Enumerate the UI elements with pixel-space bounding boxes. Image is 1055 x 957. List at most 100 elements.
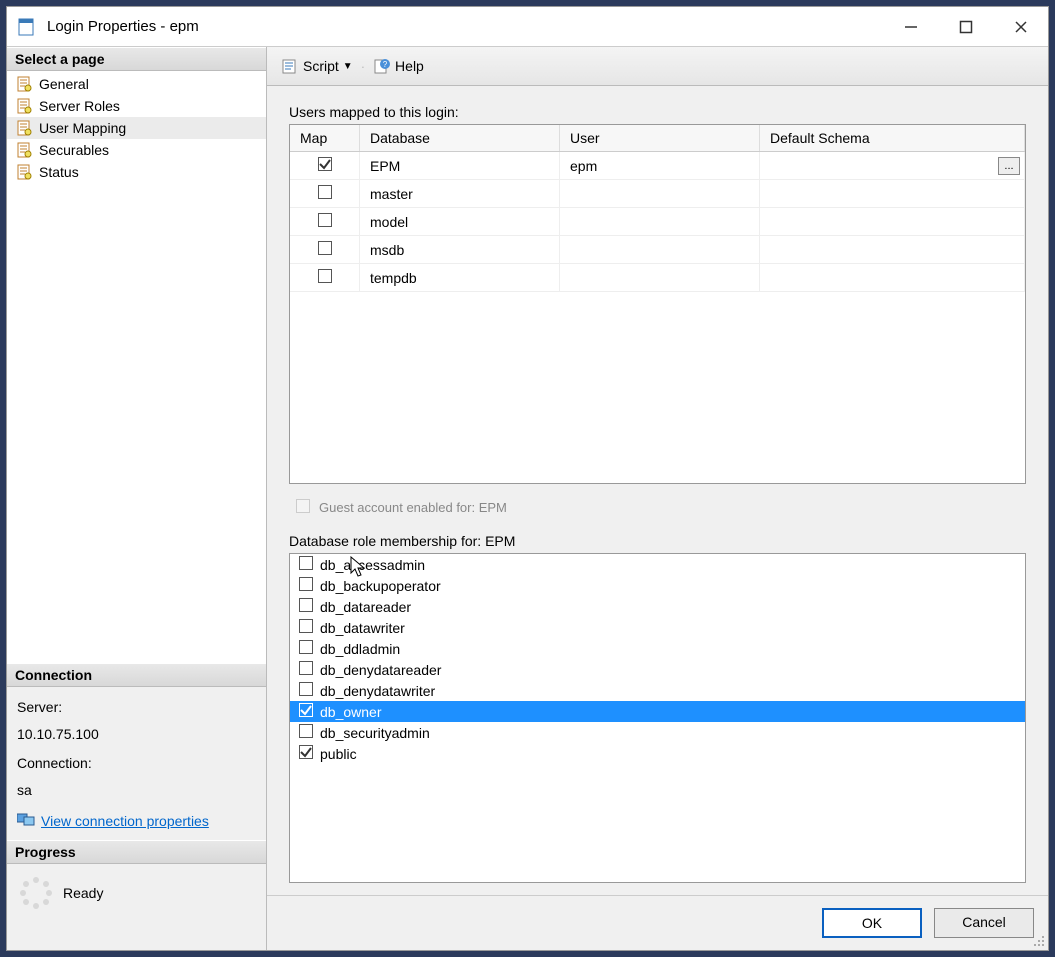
cell-user: [560, 264, 760, 291]
cell-database: master: [360, 180, 560, 207]
script-label: Script: [303, 58, 339, 74]
select-page-header: Select a page: [7, 47, 266, 71]
map-checkbox[interactable]: [317, 184, 333, 203]
page-item-label: User Mapping: [39, 120, 126, 136]
mapping-row[interactable]: EPMepm...: [290, 152, 1025, 180]
role-checkbox[interactable]: [298, 660, 314, 679]
cell-database: model: [360, 208, 560, 235]
page-item-user-mapping[interactable]: User Mapping: [7, 117, 266, 139]
page-list: General Server Roles User Mapping Securable…: [7, 71, 266, 663]
role-item-db_accessadmin[interactable]: db_accessadmin: [290, 554, 1025, 575]
role-name: db_datareader: [320, 599, 411, 615]
cell-default-schema: ...: [760, 152, 1025, 179]
cancel-button[interactable]: Cancel: [934, 908, 1034, 938]
map-checkbox[interactable]: [317, 212, 333, 231]
page-item-securables[interactable]: Securables: [7, 139, 266, 161]
role-name: db_securityadmin: [320, 725, 430, 741]
help-button[interactable]: ? Help: [369, 55, 428, 77]
role-name: db_denydatareader: [320, 662, 441, 678]
map-checkbox[interactable]: [317, 156, 333, 175]
connection-value: sa: [17, 780, 256, 801]
role-item-public[interactable]: public: [290, 743, 1025, 764]
resize-grip[interactable]: [1034, 936, 1046, 948]
page-item-status[interactable]: Status: [7, 161, 266, 183]
progress-status: Ready: [63, 885, 103, 901]
cell-default-schema: [760, 180, 1025, 207]
page-item-general[interactable]: General: [7, 73, 266, 95]
window-title: Login Properties - epm: [47, 18, 883, 35]
page-icon: [15, 97, 33, 115]
help-label: Help: [395, 58, 424, 74]
view-connection-properties-link[interactable]: View connection properties: [41, 811, 209, 832]
connection-label: Connection:: [17, 753, 256, 774]
page-item-label: Server Roles: [39, 98, 120, 114]
cell-database: tempdb: [360, 264, 560, 291]
cell-user: [560, 236, 760, 263]
role-checkbox[interactable]: [298, 744, 314, 763]
col-header-database[interactable]: Database: [360, 125, 560, 151]
col-header-user[interactable]: User: [560, 125, 760, 151]
cell-default-schema: [760, 208, 1025, 235]
page-icon: [15, 141, 33, 159]
role-name: public: [320, 746, 357, 762]
map-checkbox[interactable]: [317, 268, 333, 287]
role-item-db_securityadmin[interactable]: db_securityadmin: [290, 722, 1025, 743]
role-checkbox[interactable]: [298, 681, 314, 700]
page-icon: [15, 119, 33, 137]
role-checkbox[interactable]: [298, 576, 314, 595]
connection-icon: [17, 811, 35, 832]
page-item-label: Securables: [39, 142, 109, 158]
roles-label: Database role membership for: EPM: [289, 533, 1026, 549]
minimize-button[interactable]: [883, 7, 938, 46]
chevron-down-icon: ▼: [343, 61, 353, 72]
app-icon: [17, 17, 37, 37]
cell-database: msdb: [360, 236, 560, 263]
maximize-button[interactable]: [938, 7, 993, 46]
role-item-db_datawriter[interactable]: db_datawriter: [290, 617, 1025, 638]
role-item-db_denydatawriter[interactable]: db_denydatawriter: [290, 680, 1025, 701]
col-header-default-schema[interactable]: Default Schema: [760, 125, 1025, 151]
mapping-row[interactable]: master: [290, 180, 1025, 208]
cell-user: [560, 208, 760, 235]
page-icon: [15, 75, 33, 93]
role-checkbox[interactable]: [298, 639, 314, 658]
progress-spinner-icon: [19, 876, 53, 910]
server-value: 10.10.75.100: [17, 724, 256, 745]
cell-user: epm: [560, 152, 760, 179]
page-item-label: Status: [39, 164, 79, 180]
mapping-row[interactable]: model: [290, 208, 1025, 236]
server-label: Server:: [17, 697, 256, 718]
guest-label: Guest account enabled for: EPM: [319, 500, 507, 515]
cell-default-schema: [760, 236, 1025, 263]
guest-checkbox: [295, 498, 311, 517]
cell-database: EPM: [360, 152, 560, 179]
schema-browse-button[interactable]: ...: [998, 157, 1020, 175]
role-name: db_ddladmin: [320, 641, 400, 657]
user-mapping-grid[interactable]: Map Database User Default Schema EPMepm.…: [289, 124, 1026, 484]
role-item-db_ddladmin[interactable]: db_ddladmin: [290, 638, 1025, 659]
role-item-db_denydatareader[interactable]: db_denydatareader: [290, 659, 1025, 680]
role-name: db_owner: [320, 704, 382, 720]
progress-header: Progress: [7, 840, 266, 864]
page-item-server-roles[interactable]: Server Roles: [7, 95, 266, 117]
role-item-db_owner[interactable]: db_owner: [290, 701, 1025, 722]
role-checkbox[interactable]: [298, 702, 314, 721]
map-checkbox[interactable]: [317, 240, 333, 259]
users-mapped-label: Users mapped to this login:: [289, 104, 1026, 120]
col-header-map[interactable]: Map: [290, 125, 360, 151]
role-name: db_backupoperator: [320, 578, 441, 594]
script-button[interactable]: Script ▼: [277, 55, 357, 77]
role-checkbox[interactable]: [298, 618, 314, 637]
ok-button[interactable]: OK: [822, 908, 922, 938]
page-icon: [15, 163, 33, 181]
role-item-db_datareader[interactable]: db_datareader: [290, 596, 1025, 617]
role-checkbox[interactable]: [298, 555, 314, 574]
close-button[interactable]: [993, 7, 1048, 46]
mapping-row[interactable]: msdb: [290, 236, 1025, 264]
role-name: db_datawriter: [320, 620, 405, 636]
mapping-row[interactable]: tempdb: [290, 264, 1025, 292]
role-membership-list[interactable]: db_accessadmin db_backupoperator db_datare…: [289, 553, 1026, 883]
role-checkbox[interactable]: [298, 597, 314, 616]
role-item-db_backupoperator[interactable]: db_backupoperator: [290, 575, 1025, 596]
role-checkbox[interactable]: [298, 723, 314, 742]
